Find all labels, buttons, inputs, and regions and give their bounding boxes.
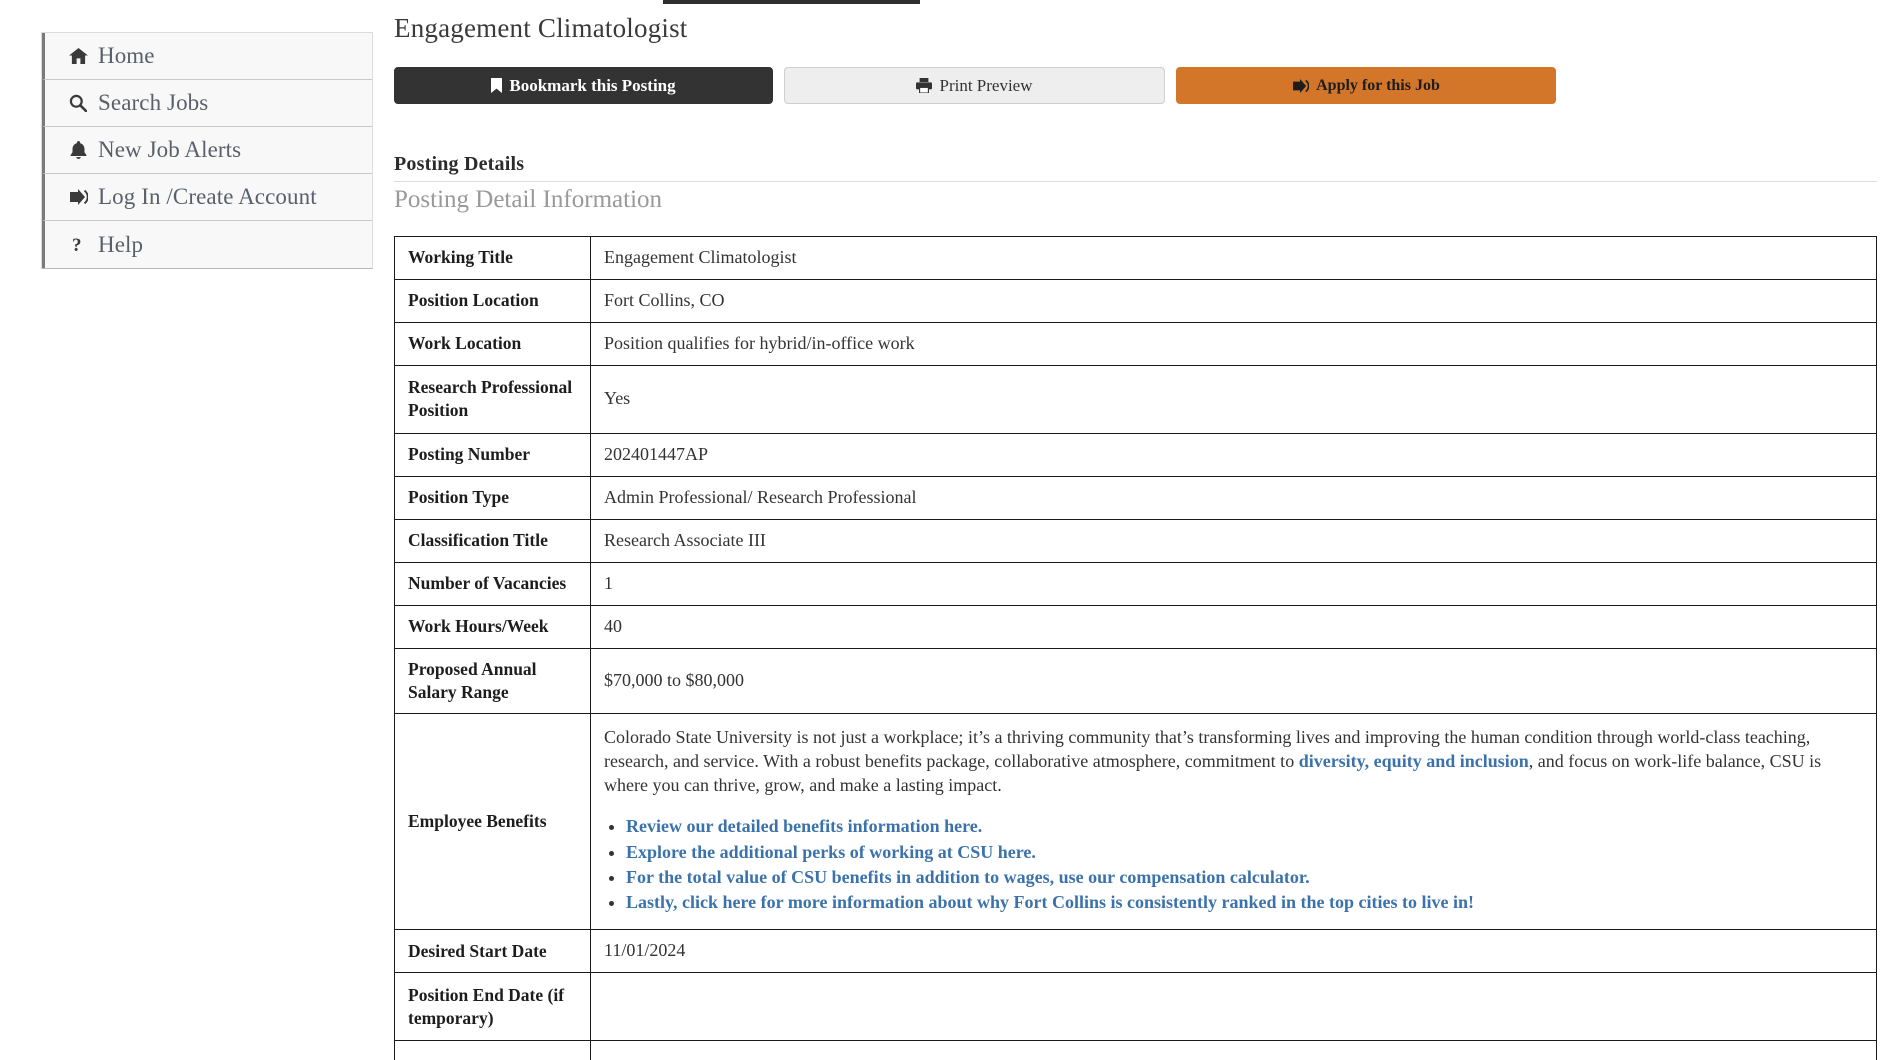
table-row: Proposed Annual Salary Range $70,000 to … [395, 648, 1877, 714]
table-row: Work Hours/Week 40 [395, 605, 1877, 648]
row-value: Fort Collins, CO [591, 279, 1877, 322]
sidebar-item-label: Help [98, 232, 143, 258]
printer-icon [916, 78, 932, 93]
search-icon [67, 94, 89, 112]
table-row: Number of Vacancies 1 [395, 562, 1877, 605]
sign-in-icon [67, 189, 89, 205]
table-row: Position End Date (if temporary) [395, 973, 1877, 1041]
row-label: Position Type [395, 476, 591, 519]
table-row: Posting Number 202401447AP [395, 433, 1877, 476]
print-preview-button-label: Print Preview [939, 76, 1032, 96]
row-value [591, 1041, 1877, 1060]
bookmark-button[interactable]: Bookmark this Posting [394, 67, 773, 104]
table-row-employee-benefits: Employee Benefits Colorado State Univers… [395, 714, 1877, 930]
list-item: Review our detailed benefits information… [626, 814, 1863, 838]
posting-details-heading: Posting Details [394, 153, 1880, 176]
row-value: 11/01/2024 [591, 930, 1877, 973]
row-value: Yes [591, 365, 1877, 433]
row-label: Classification Title [395, 519, 591, 562]
row-label: Work Hours/Week [395, 605, 591, 648]
row-label: Desired Start Date [395, 930, 591, 973]
row-label: Posting Number [395, 433, 591, 476]
row-value: Admin Professional/ Research Professiona… [591, 476, 1877, 519]
posting-details-table: Working Title Engagement Climatologist P… [394, 236, 1877, 1060]
table-row: Position Location Fort Collins, CO [395, 279, 1877, 322]
sidebar-item-label: New Job Alerts [98, 137, 241, 163]
page-title: Engagement Climatologist [394, 13, 1880, 44]
list-item: Lastly, click here for more information … [626, 890, 1863, 914]
sidebar-nav: Home Search Jobs New Job Alerts Log In /… [41, 32, 373, 269]
row-label: Position End Date (if temporary) [395, 973, 591, 1041]
row-value: Research Associate III [591, 519, 1877, 562]
row-label: Working Title [395, 237, 591, 280]
additional-perks-link[interactable]: Explore the additional perks of working … [626, 842, 1036, 862]
sidebar-item-search-jobs[interactable]: Search Jobs [42, 80, 372, 127]
row-label: Proposed Annual Salary Range [395, 648, 591, 714]
table-row-cut-off: To ensure full [395, 1041, 1877, 1060]
sidebar-item-home[interactable]: Home [42, 33, 372, 80]
row-label: Research Professional Position [395, 365, 591, 433]
benefits-link-list: Review our detailed benefits information… [604, 814, 1863, 914]
question-mark-icon: ? [67, 235, 89, 254]
row-label: Position Location [395, 279, 591, 322]
job-posting-page: Home Search Jobs New Job Alerts Log In /… [0, 0, 1895, 1060]
compensation-calculator-link[interactable]: For the total value of CSU benefits in a… [626, 867, 1310, 887]
list-item: For the total value of CSU benefits in a… [626, 865, 1863, 889]
row-value: $70,000 to $80,000 [591, 648, 1877, 714]
table-row: Work Location Position qualifies for hyb… [395, 322, 1877, 365]
print-preview-button[interactable]: Print Preview [784, 67, 1165, 104]
table-row: Desired Start Date 11/01/2024 [395, 930, 1877, 973]
sidebar-item-label: Log In /Create Account [98, 184, 317, 210]
bell-icon [67, 141, 89, 160]
posting-detail-information-heading: Posting Detail Information [394, 186, 1880, 214]
row-value [591, 973, 1877, 1041]
sign-in-icon [1292, 79, 1309, 93]
sidebar-item-new-job-alerts[interactable]: New Job Alerts [42, 127, 372, 174]
svg-text:?: ? [72, 235, 82, 254]
sidebar-item-label: Search Jobs [98, 90, 208, 116]
apply-button[interactable]: Apply for this Job [1176, 67, 1556, 104]
bookmark-icon [491, 78, 502, 93]
row-value: Engagement Climatologist [591, 237, 1877, 280]
table-row: Position Type Admin Professional/ Resear… [395, 476, 1877, 519]
sidebar-item-log-in-create-account[interactable]: Log In /Create Account [42, 174, 372, 221]
table-row: Classification Title Research Associate … [395, 519, 1877, 562]
benefits-paragraph: Colorado State University is not just a … [604, 726, 1863, 797]
table-row: Working Title Engagement Climatologist [395, 237, 1877, 280]
row-value: 1 [591, 562, 1877, 605]
row-label: Work Location [395, 322, 591, 365]
home-icon [67, 48, 89, 65]
apply-button-label: Apply for this Job [1316, 77, 1440, 95]
heading-divider [394, 181, 1877, 182]
row-label: To ensure full [395, 1041, 591, 1060]
diversity-equity-inclusion-link[interactable]: diversity, equity and inclusion [1299, 751, 1529, 771]
table-row: Research Professional Position Yes [395, 365, 1877, 433]
bookmark-button-label: Bookmark this Posting [509, 76, 675, 96]
fort-collins-info-link[interactable]: Lastly, click here for more information … [626, 892, 1474, 912]
list-item: Explore the additional perks of working … [626, 840, 1863, 864]
benefits-information-link[interactable]: Review our detailed benefits information… [626, 816, 982, 836]
row-value: Colorado State University is not just a … [591, 714, 1877, 930]
row-label: Employee Benefits [395, 714, 591, 930]
row-value: 202401447AP [591, 433, 1877, 476]
row-value: 40 [591, 605, 1877, 648]
sidebar-item-label: Home [98, 43, 155, 69]
action-button-row: Bookmark this Posting Print Preview Appl… [394, 67, 1880, 104]
row-value: Position qualifies for hybrid/in-office … [591, 322, 1877, 365]
row-label: Number of Vacancies [395, 562, 591, 605]
main-content: Engagement Climatologist Bookmark this P… [394, 0, 1880, 1060]
sidebar-item-help[interactable]: ? Help [42, 221, 372, 268]
